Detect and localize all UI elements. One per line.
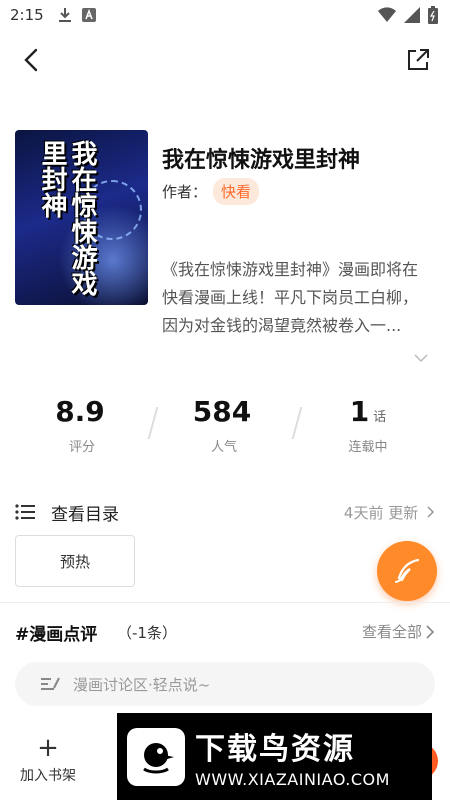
signal-icon	[404, 7, 420, 27]
comment-placeholder: 漫画讨论区·轻点说~	[73, 675, 211, 694]
catalog-row[interactable]: 查看目录 4天前 更新	[15, 500, 435, 525]
stat-rating: 8.9 评分	[7, 395, 157, 455]
status-time: 2:15	[10, 6, 44, 24]
back-button[interactable]	[18, 46, 46, 74]
add-shelf-label: 加入书架	[20, 768, 76, 784]
chevron-right-icon	[427, 506, 435, 518]
expand-description-button[interactable]	[414, 348, 428, 363]
stat-value: 584	[192, 395, 252, 428]
author-row: 作者： 快看	[162, 178, 260, 205]
author-tag[interactable]: 快看	[213, 178, 260, 205]
chevron-down-icon	[414, 354, 428, 363]
comic-title: 我在惊悚游戏里封神	[162, 148, 361, 173]
feather-pen-icon	[395, 558, 420, 583]
comments-title: #漫画点评	[15, 625, 98, 645]
stat-label: 连载中	[348, 440, 388, 455]
comic-cover[interactable]: 我在惊悚游戏里封神	[15, 130, 148, 305]
section-divider	[0, 602, 450, 603]
wifi-icon	[378, 7, 396, 27]
chevron-left-icon	[24, 48, 38, 72]
chapter-button[interactable]: 预热	[15, 535, 135, 587]
stat-value: 8.9	[55, 395, 105, 428]
catalog-label: 查看目录	[51, 504, 119, 525]
share-button[interactable]	[404, 46, 432, 74]
bird-logo-icon	[127, 727, 185, 786]
add-to-shelf-button[interactable]: + 加入书架	[14, 735, 82, 785]
view-all-comments-link[interactable]: 查看全部	[362, 621, 435, 642]
stats-row: 8.9 评分 584 人气 1话 连载中	[0, 395, 450, 465]
update-text: 4天前 更新	[343, 504, 419, 522]
stat-unit: 话	[373, 410, 387, 425]
comic-description[interactable]: 《我在惊悚游戏里封神》漫画即将在快看漫画上线！平凡下岗员工白柳，因为对金钱的渴望…	[162, 256, 432, 340]
a-icon	[81, 8, 96, 22]
write-comment-fab[interactable]	[377, 541, 437, 601]
stat-popularity: 584 人气	[149, 395, 299, 455]
update-info: 4天前 更新	[344, 502, 435, 523]
stat-value: 1	[349, 395, 370, 428]
download-icon	[58, 7, 72, 23]
cover-title-art: 我在惊悚游戏里封神	[37, 140, 97, 296]
comment-input[interactable]: 漫画讨论区·轻点说~	[15, 662, 435, 706]
status-bar: 2:15	[0, 0, 450, 30]
stat-label: 人气	[210, 440, 237, 455]
top-nav	[0, 40, 450, 80]
watermark-url: WWW.XIAZAINIAO.COM	[195, 770, 390, 789]
stat-label: 评分	[68, 440, 95, 455]
share-out-icon	[408, 49, 429, 70]
comments-count: （-1条）	[117, 624, 177, 642]
watermark-title: 下载鸟资源	[195, 732, 355, 767]
author-label: 作者：	[162, 183, 208, 201]
list-icon	[15, 504, 35, 520]
battery-icon	[428, 6, 438, 28]
watermark-banner: 下载鸟资源 WWW.XIAZAINIAO.COM	[117, 713, 432, 800]
plus-icon: +	[37, 733, 59, 763]
edit-lines-icon	[41, 677, 60, 690]
view-all-label: 查看全部	[361, 623, 422, 641]
chevron-right-icon	[426, 624, 435, 639]
stat-episodes: 1话 连载中	[293, 395, 443, 455]
